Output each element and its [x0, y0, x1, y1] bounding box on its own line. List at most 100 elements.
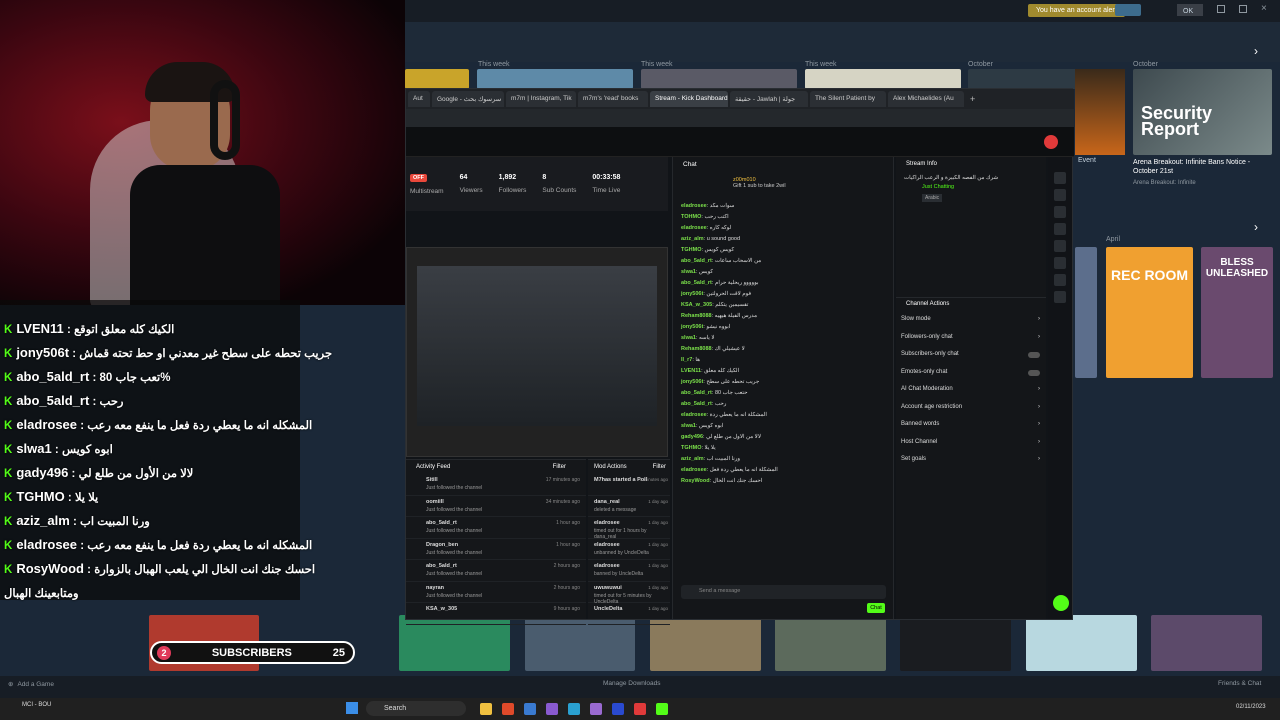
windows-start-icon[interactable] [346, 702, 358, 714]
address-bar[interactable] [406, 109, 1074, 127]
mod-filter-button[interactable]: Filter [653, 464, 666, 474]
chat-username[interactable]: eladrosee [681, 467, 707, 473]
browser-tab[interactable]: m7m | Instagram, Tik [506, 91, 576, 107]
add-game-button[interactable]: ⊕ Add a Game [8, 680, 54, 688]
account-alert-button[interactable]: You have an account alert [1028, 4, 1125, 17]
chat-username[interactable]: abo_5ald_rt [681, 401, 712, 407]
chat-username[interactable]: eladrosee [681, 225, 707, 231]
layout-icon[interactable] [1054, 274, 1066, 286]
browser-tab[interactable]: حقيقة - Jawlah | جولة [730, 91, 808, 107]
chat-username[interactable]: abo_5ald_rt [681, 280, 712, 286]
brave-icon[interactable] [502, 703, 514, 715]
opera-icon[interactable] [634, 703, 646, 715]
browser-tab[interactable]: The Silent Patient by [810, 91, 886, 107]
browser-tab[interactable]: Google - سرسوك بحث [432, 91, 504, 107]
browser-tab-active[interactable]: Stream - Kick Dashboard [650, 91, 728, 107]
news-card[interactable] [477, 69, 633, 89]
mod-user[interactable]: eladrosee [594, 520, 620, 526]
chat-username[interactable]: eladrosee [681, 412, 707, 418]
game-tile[interactable] [775, 615, 886, 671]
chat-username[interactable]: abo_5ald_rt [681, 258, 712, 264]
chat-username[interactable]: KSA_w_305 [681, 302, 712, 308]
chat-username[interactable]: aziz_alm [681, 236, 704, 242]
mod-user[interactable]: eladrosee [594, 563, 620, 569]
manage-downloads-button[interactable]: Manage Downloads [603, 680, 660, 687]
support-icon[interactable] [1053, 595, 1069, 611]
channel-action-item[interactable]: Set goals › [896, 451, 1046, 469]
chat-username[interactable]: Reham8088 [681, 346, 712, 352]
chat-username[interactable]: aziz_alm [681, 456, 704, 462]
activity-user[interactable]: oomiill [426, 499, 444, 505]
chat-send-button[interactable]: Chat [867, 603, 885, 613]
broadcast-icon[interactable] [1115, 4, 1141, 16]
taskbar-search[interactable]: Search [366, 701, 466, 716]
channel-action-item[interactable]: Banned words › [896, 416, 1046, 434]
activity-filter-button[interactable]: Filter [553, 464, 566, 474]
channel-action-item[interactable]: Subscribers-only chat [896, 346, 1046, 364]
game-tile[interactable] [1151, 615, 1262, 671]
chat-username[interactable]: TGHMO [681, 445, 701, 451]
game-card-recroom[interactable]: REC ROOM [1106, 247, 1193, 378]
chat-username[interactable]: Reham8088 [681, 313, 712, 319]
game-tile[interactable] [900, 615, 1011, 671]
mod-user[interactable]: uwuwuwui [594, 585, 622, 591]
chat-username[interactable]: RosyWood [681, 478, 710, 484]
friends-chat-button[interactable]: Friends & Chat [1218, 680, 1261, 687]
maximize-icon[interactable] [1239, 5, 1247, 13]
chat-username[interactable]: LVEN11 [681, 368, 701, 374]
news-card[interactable] [405, 69, 469, 89]
chat-username[interactable]: eladrosee [681, 203, 707, 209]
chat-username[interactable]: jony506t [681, 324, 703, 330]
avatar[interactable] [1044, 135, 1058, 149]
chat-username[interactable]: TGHMO [681, 247, 701, 253]
chat-input[interactable]: Send a message [681, 585, 886, 599]
toggle-switch[interactable] [1028, 369, 1040, 376]
channel-action-item[interactable]: Slow mode › [896, 311, 1046, 329]
account-menu[interactable]: OK [1177, 4, 1203, 16]
mod-user[interactable]: dana_real [594, 499, 620, 505]
channel-action-item[interactable]: Account age restriction › [896, 399, 1046, 417]
chat-username[interactable]: jony506t [681, 291, 703, 297]
carousel-next-icon[interactable]: › [1254, 44, 1258, 58]
news-card[interactable] [641, 69, 797, 89]
chat-username[interactable]: slwa1 [681, 269, 696, 275]
chat-username[interactable]: gady496 [681, 434, 703, 440]
new-tab-icon[interactable]: + [970, 94, 975, 104]
browser-tab[interactable]: m7m's 'read' books [578, 91, 648, 107]
edit-icon[interactable] [1054, 172, 1066, 184]
featured-news-card[interactable]: Security Report [1133, 69, 1272, 155]
tools-icon[interactable] [1054, 291, 1066, 303]
activity-user[interactable]: Dragon_ben [426, 542, 458, 548]
chat-username[interactable]: jony506t [681, 379, 703, 385]
app-icon[interactable] [612, 703, 624, 715]
close-icon[interactable]: × [1261, 3, 1267, 14]
vscode-icon[interactable] [524, 703, 536, 715]
carousel-next-icon[interactable]: › [1254, 220, 1258, 234]
stream-category[interactable]: Just Chatting [896, 181, 1046, 190]
game-card-bless[interactable]: BLESS UNLEASHED [1201, 247, 1273, 378]
explorer-icon[interactable] [480, 703, 492, 715]
obs-icon[interactable] [546, 703, 558, 715]
channel-action-item[interactable]: Emotes-only chat [896, 364, 1046, 382]
bolt-icon[interactable] [1054, 206, 1066, 218]
browser-tab[interactable]: Alex Michaelides (Au [888, 91, 964, 107]
activity-user[interactable]: abo_5ald_rt [426, 563, 457, 569]
activity-user[interactable]: Sitill [426, 477, 438, 483]
channel-action-item[interactable]: Host Channel › [896, 434, 1046, 452]
premiere-icon[interactable] [590, 703, 602, 715]
channel-action-item[interactable]: Followers-only chat › [896, 329, 1046, 347]
activity-user[interactable]: nayran [426, 585, 444, 591]
halloween-card[interactable] [1075, 69, 1125, 155]
note-icon[interactable] [1054, 223, 1066, 235]
activity-user[interactable]: KSA_w_305 [426, 606, 457, 612]
channel-action-item[interactable]: AI Chat Moderation › [896, 381, 1046, 399]
chat-icon[interactable] [1054, 240, 1066, 252]
shield-icon[interactable] [1054, 189, 1066, 201]
mod-user[interactable]: UncleDelta [594, 606, 622, 612]
stream-preview[interactable] [406, 247, 668, 457]
minimize-icon[interactable] [1217, 5, 1225, 13]
chat-username[interactable]: slwa1 [681, 423, 696, 429]
news-card[interactable] [805, 69, 961, 89]
activity-user[interactable]: abo_5ald_rt [426, 520, 457, 526]
swap-icon[interactable] [1054, 257, 1066, 269]
